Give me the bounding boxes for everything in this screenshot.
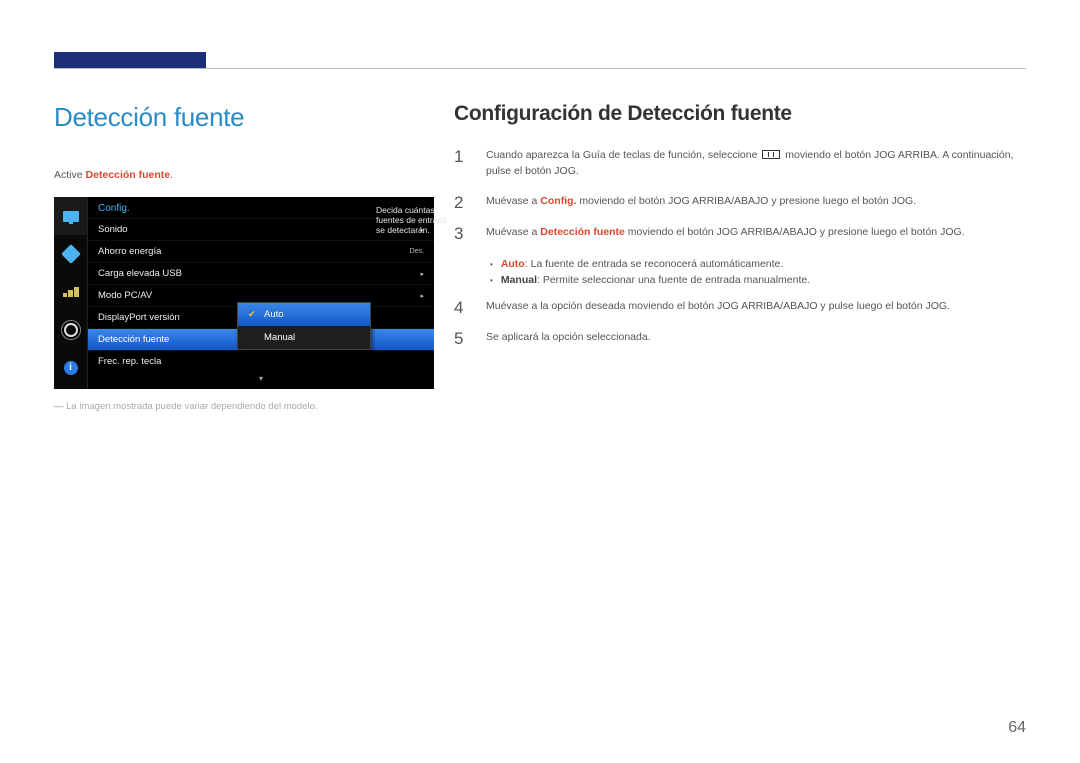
bullet-icon: • [490,259,493,273]
osd-item-value: Des. [410,248,424,255]
check-icon: ✔ [248,309,258,320]
osd-item-label: Detección fuente [98,334,169,345]
chevron-down-icon: ▾ [88,372,434,389]
step-body: Muévase a la opción deseada moviendo el … [486,299,1026,315]
step-2: 2 Muévase a Config. moviendo el botón JO… [454,194,1026,211]
osd-item-usb: Carga elevada USB ▸ [88,262,434,284]
page-number: 64 [1008,719,1026,737]
chevron-right-icon: ▸ [420,270,424,278]
step2-bold: Config. [540,195,576,207]
step-number: 2 [454,194,468,211]
submenu-label: Auto [264,309,284,320]
submenu-label: Manual [264,332,295,343]
image-caption: ― La imagen mostrada puede variar depend… [54,401,434,412]
osd-item-label: Carga elevada USB [98,268,182,279]
bullet1-rest: : La fuente de entrada se reconocerá aut… [525,258,784,270]
submenu-auto: ✔ Auto [238,303,370,326]
section-title: Configuración de Detección fuente [454,102,1026,126]
steps-list: 1 Cuando aparezca la Guía de teclas de f… [454,148,1026,347]
step3-a: Muévase a [486,226,540,238]
osd-item-frec: Frec. rep. tecla [88,350,434,372]
osd-item-label: DisplayPort versión [98,312,180,323]
step-4: 4 Muévase a la opción deseada moviendo e… [454,299,1026,316]
step3-bold: Detección fuente [540,226,625,238]
step-body: Cuando aparezca la Guía de teclas de fun… [486,148,1026,180]
step2-a: Muévase a [486,195,540,207]
bullet2-rest: : Permite seleccionar una fuente de entr… [537,274,810,286]
step-1: 1 Cuando aparezca la Guía de teclas de f… [454,148,1026,180]
osd-panel: Config. Sonido ▸ Ahorro energía Des. Car… [54,197,434,389]
left-column: Detección fuente Active Detección fuente… [54,102,434,412]
submenu-manual: Manual [238,326,370,349]
osd-item-label: Modo PC/AV [98,290,152,301]
step-number: 1 [454,148,468,165]
step-body: Muévase a Config. moviendo el botón JOG … [486,194,1026,210]
step-body: Muévase a Detección fuente moviendo el b… [486,225,1026,241]
step-number: 3 [454,225,468,242]
bullet-list: • Auto: La fuente de entrada se reconoce… [490,256,1026,290]
osd-item-label: Frec. rep. tecla [98,356,161,367]
right-column: Configuración de Detección fuente 1 Cuan… [454,102,1026,361]
osd-icon-rail [54,197,88,389]
bullet-text: Auto: La fuente de entrada se reconocerá… [501,256,784,273]
page-title: Detección fuente [54,102,434,133]
intro-prefix: Active [54,169,86,181]
bullet-manual: • Manual: Permite seleccionar una fuente… [490,272,1026,289]
bullet-text: Manual: Permite seleccionar una fuente d… [501,272,810,289]
step-5: 5 Se aplicará la opción seleccionada. [454,330,1026,347]
intro-suffix: . [170,169,173,181]
bullet-auto: • Auto: La fuente de entrada se reconoce… [490,256,1026,273]
osd-item-label: Sonido [98,224,128,235]
bars-icon [54,273,87,311]
step-number: 5 [454,330,468,347]
header-accent-bar [54,52,206,68]
bullet2-bold: Manual [501,274,537,286]
dash-icon: ― [54,401,66,412]
osd-item-ahorro: Ahorro energía Des. [88,240,434,262]
step2-b: moviendo el botón JOG ARRIBA/ABAJO y pre… [576,195,916,207]
gear-icon [54,311,87,349]
step3-b: moviendo el botón JOG ARRIBA/ABAJO y pre… [625,226,965,238]
bullet1-bold: Auto [501,258,525,270]
step1-a: Cuando aparezca la Guía de teclas de fun… [486,149,760,161]
diamond-icon [54,235,87,273]
intro-bold: Detección fuente [86,169,171,181]
chevron-right-icon: ▸ [420,292,424,300]
step-3: 3 Muévase a Detección fuente moviendo el… [454,225,1026,242]
osd-submenu: ✔ Auto Manual [237,302,371,350]
caption-text: La imagen mostrada puede variar dependie… [66,401,317,412]
step-number: 4 [454,299,468,316]
intro-text: Active Detección fuente. [54,169,434,181]
header-rule [54,68,1026,69]
info-icon [54,349,87,387]
monitor-icon [54,197,87,235]
bullet-icon: • [490,275,493,289]
menu-icon [762,150,780,159]
osd-item-label: Ahorro energía [98,246,161,257]
osd-description: Decida cuántas fuentes de entrada se det… [372,201,457,240]
step-body: Se aplicará la opción seleccionada. [486,330,1026,346]
